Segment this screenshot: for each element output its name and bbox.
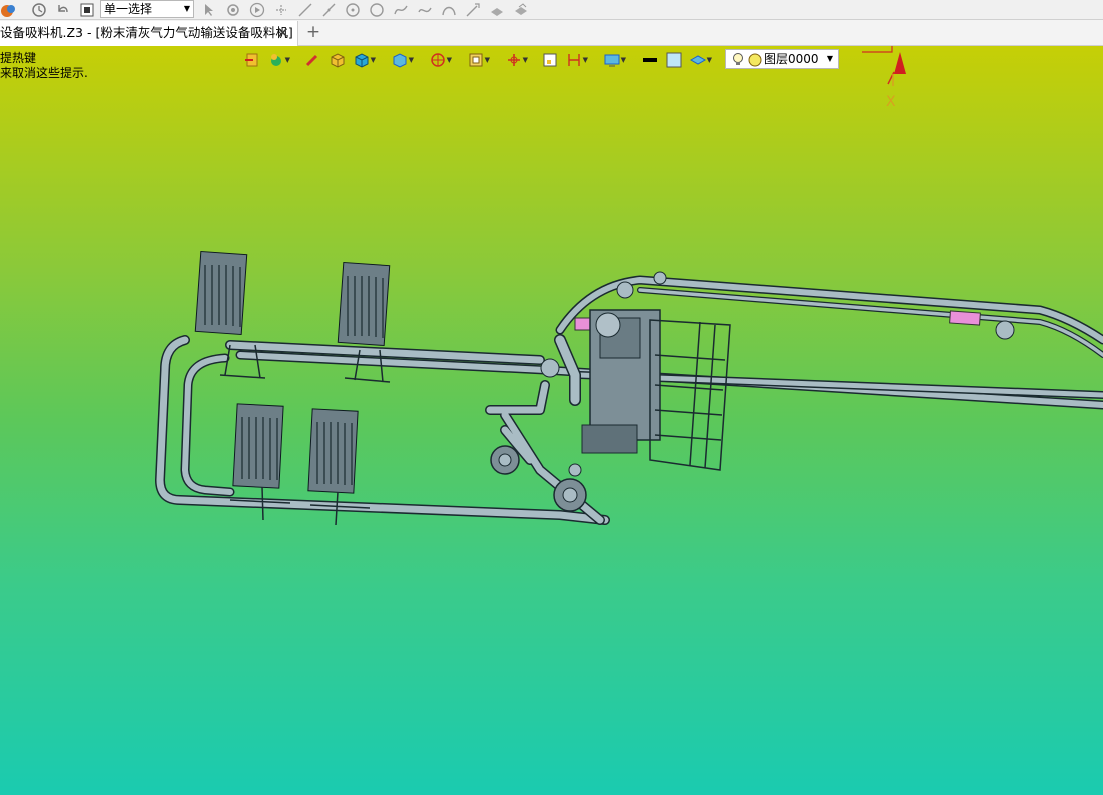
selection-filter-select[interactable]: 单一选择 ▼ — [100, 0, 194, 18]
cube-blue-icon[interactable]: ▼ — [354, 50, 376, 70]
app-logo-icon[interactable] — [0, 1, 18, 19]
cursor-icon[interactable] — [200, 1, 218, 19]
layer-select[interactable]: 图层0000 ▼ — [725, 49, 839, 69]
document-tab-bar: 设备吸料机.Z3 - [粉末清灰气力气动输送设备吸料机] ✕ + — [0, 20, 1103, 46]
axis-triad: X — [862, 46, 906, 110]
frame-icon[interactable] — [542, 50, 564, 70]
add-tab-button[interactable]: + — [304, 21, 322, 45]
close-icon[interactable]: ✕ — [276, 21, 289, 45]
face-color-icon[interactable] — [666, 50, 688, 70]
play-icon[interactable] — [248, 1, 266, 19]
pen-icon[interactable] — [304, 50, 326, 70]
arc-icon[interactable] — [440, 1, 458, 19]
chevron-down-icon: ▼ — [826, 54, 833, 63]
point-icon[interactable] — [272, 1, 290, 19]
circle-2-icon[interactable] — [368, 1, 386, 19]
render-mode-icon[interactable]: ▼ — [268, 50, 290, 70]
surface-icon[interactable] — [488, 1, 506, 19]
hint-line-1: 提热键 — [0, 51, 37, 65]
fit-view-icon[interactable]: ▼ — [468, 50, 490, 70]
line-2-icon[interactable] — [320, 1, 338, 19]
spline-icon[interactable] — [392, 1, 410, 19]
undo-icon[interactable] — [54, 1, 72, 19]
history-icon[interactable] — [30, 1, 48, 19]
layer-icon[interactable]: ▼ — [690, 50, 712, 70]
top-toolbar: 单一选择 ▼ — [0, 0, 1103, 20]
line-color-icon[interactable] — [642, 50, 664, 70]
hint-text: 提热键 来取消这些提示. — [0, 51, 88, 81]
chevron-down-icon: ▼ — [183, 4, 190, 13]
section-icon[interactable]: ▼ — [430, 50, 452, 70]
line-icon[interactable] — [296, 1, 314, 19]
hint-line-2: 来取消这些提示. — [0, 66, 88, 80]
orient-icon[interactable]: ▼ — [506, 50, 528, 70]
selection-filter-value: 单一选择 — [104, 2, 153, 16]
tab-document-title: 设备吸料机.Z3 - [粉末清灰气力气动输送设备吸料机] — [0, 25, 293, 40]
light-bulb-icon[interactable] — [731, 52, 745, 71]
x-axis-label: X — [886, 94, 896, 110]
circle-icon[interactable] — [344, 1, 362, 19]
view-cube-icon[interactable]: ▼ — [392, 50, 414, 70]
stop-icon[interactable] — [78, 1, 96, 19]
layer-value: 图层0000 — [764, 52, 819, 66]
exit-icon[interactable] — [244, 50, 266, 70]
layer-color-icon — [748, 53, 762, 72]
cad-model — [155, 250, 1103, 526]
curve-icon[interactable] — [416, 1, 434, 19]
dimension-icon[interactable]: ▼ — [566, 50, 588, 70]
extend-icon[interactable] — [464, 1, 482, 19]
snap-icon[interactable] — [224, 1, 242, 19]
tab-document[interactable]: 设备吸料机.Z3 - [粉末清灰气力气动输送设备吸料机] ✕ — [0, 21, 298, 46]
display-icon[interactable]: ▼ — [604, 50, 626, 70]
surface-2-icon[interactable] — [512, 1, 530, 19]
cube-icon[interactable] — [330, 50, 352, 70]
3d-viewport[interactable]: 提热键 来取消这些提示. ▼ ▼ ▼ ▼ ▼ ▼ ▼ ▼ ▼ 图层0000 ▼ … — [0, 46, 1103, 795]
